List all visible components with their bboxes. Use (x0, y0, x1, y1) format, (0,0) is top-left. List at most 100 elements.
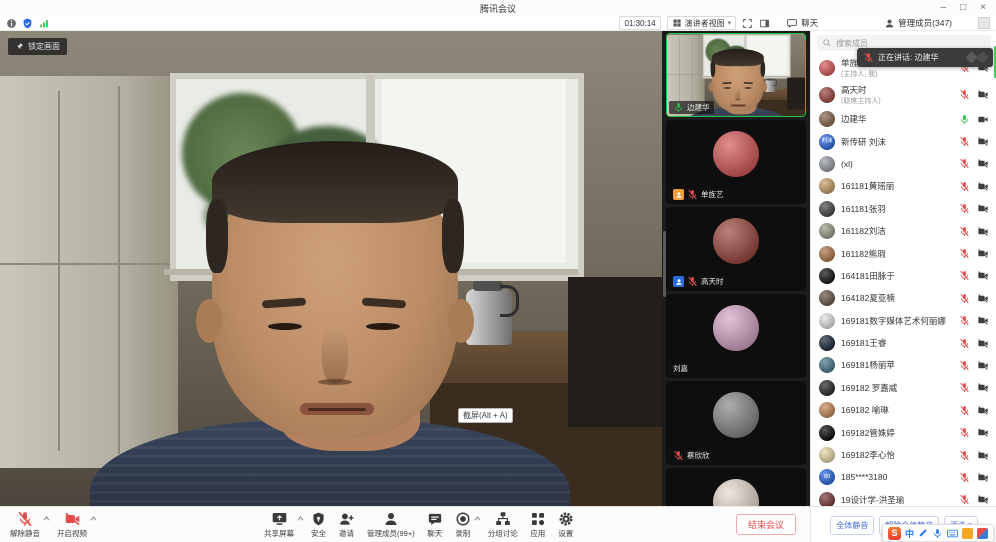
video-thumbnail[interactable]: 蔡欣欣 (666, 381, 806, 465)
camera-off-icon[interactable] (977, 203, 989, 214)
member-row[interactable]: 80185****3180 (811, 466, 996, 488)
toolbar-start-video-button[interactable]: 开启视频 (51, 510, 93, 540)
toolbar-record-button[interactable]: 录制 (449, 510, 477, 540)
camera-off-icon[interactable] (977, 248, 989, 259)
member-row[interactable]: 169181杨丽苹 (811, 354, 996, 376)
camera-off-icon[interactable] (977, 338, 989, 349)
video-thumbnail[interactable]: 边建华 (666, 33, 806, 117)
member-row[interactable]: 刘沫新传研 刘沫 (811, 130, 996, 152)
ime-language-indicator[interactable]: 中 (905, 527, 914, 540)
mic-active-icon[interactable] (959, 114, 970, 125)
camera-off-icon[interactable] (977, 427, 989, 438)
member-row[interactable]: 边建华 (811, 108, 996, 130)
camera-off-icon[interactable] (977, 382, 989, 393)
member-row[interactable]: (xl) (811, 153, 996, 175)
shield-check-icon[interactable] (22, 18, 33, 29)
tab-members[interactable]: 管理成员(347) (882, 17, 954, 29)
panel-collapse-button[interactable] (978, 17, 990, 29)
video-thumbnail[interactable]: 刘嘉 (666, 294, 806, 378)
mic-muted-icon[interactable] (959, 203, 970, 214)
toolbar-apps-button[interactable]: 应用 (524, 510, 552, 540)
pin-view-button[interactable]: 锁定画面 (8, 38, 67, 55)
member-row[interactable]: 169181王睿 (811, 332, 996, 354)
toolbar-invite-button[interactable]: 邀请 (332, 510, 361, 540)
info-icon[interactable] (6, 18, 17, 29)
camera-off-icon[interactable] (977, 181, 989, 192)
mic-muted-icon[interactable] (959, 181, 970, 192)
toolbar-chat-button[interactable]: 聊天 (421, 511, 449, 540)
camera-off-icon[interactable] (977, 405, 989, 416)
member-row[interactable]: 169182 喻琳 (811, 399, 996, 421)
close-button[interactable]: × (980, 3, 986, 13)
mic-muted-icon[interactable] (959, 315, 970, 326)
camera-off-icon[interactable] (977, 136, 989, 147)
pen-icon[interactable] (918, 528, 928, 538)
mic-muted-icon[interactable] (959, 494, 970, 505)
layout-icon[interactable] (759, 18, 770, 29)
camera-off-icon[interactable] (977, 158, 989, 169)
video-thumbnail[interactable]: 高天时 (666, 207, 806, 291)
camera-off-icon[interactable] (977, 360, 989, 371)
mic-muted-icon[interactable] (959, 382, 970, 393)
member-row[interactable]: 高天时(联席主持人) (811, 81, 996, 108)
toolbar-unmute-button[interactable]: 解除静音 (4, 510, 46, 540)
toolbar-breakout-button[interactable]: 分组讨论 (482, 510, 524, 540)
member-row[interactable]: 164181田脉于 (811, 265, 996, 287)
camera-off-icon[interactable] (977, 270, 989, 281)
camera-on-icon[interactable] (977, 114, 989, 125)
participant-name-label: 刘嘉 (669, 362, 692, 375)
member-row[interactable]: 161181张羽 (811, 198, 996, 220)
member-row[interactable]: 19设计学-洪圣瑜 (811, 489, 996, 506)
keyboard-icon[interactable] (947, 529, 958, 538)
toolbox-icon[interactable] (962, 528, 973, 539)
member-row[interactable]: 161181黄瑶丽 (811, 175, 996, 197)
maximize-button[interactable]: □ (960, 3, 966, 13)
camera-off-icon[interactable] (977, 226, 989, 237)
member-row[interactable]: 169182管姝婷 (811, 421, 996, 443)
view-mode-selector[interactable]: 演讲者视图 ▾ (667, 16, 737, 30)
mic-muted-icon[interactable] (959, 136, 970, 147)
mic-muted-icon[interactable] (959, 338, 970, 349)
thumbnails-scrollbar[interactable] (663, 231, 666, 297)
member-row[interactable]: 161182刘洁 (811, 220, 996, 242)
member-row[interactable]: 169182李心怡 (811, 444, 996, 466)
skin-icon[interactable] (977, 528, 988, 539)
mic-muted-icon[interactable] (959, 450, 970, 461)
mic-icon[interactable] (932, 528, 943, 539)
mic-muted-icon[interactable] (959, 360, 970, 371)
mic-muted-icon[interactable] (959, 226, 970, 237)
member-list[interactable]: 单旌艺(主持人, 我)高天时(联席主持人)边建华刘沫新传研 刘沫(xl)1611… (811, 54, 996, 506)
end-meeting-button[interactable]: 结束会议 (736, 514, 796, 535)
camera-off-icon[interactable] (977, 494, 989, 505)
toolbar-security-button[interactable]: 安全 (305, 510, 332, 540)
camera-off-icon[interactable] (977, 315, 989, 326)
mic-muted-icon[interactable] (959, 293, 970, 304)
video-thumbnail[interactable]: 周法炜 (666, 468, 806, 506)
sogou-ime-icon[interactable]: S (888, 527, 901, 540)
camera-off-icon[interactable] (977, 293, 989, 304)
member-row[interactable]: 169181数字媒体艺术何丽娜 (811, 310, 996, 332)
camera-off-icon[interactable] (977, 472, 989, 483)
camera-off-icon[interactable] (977, 89, 989, 100)
ime-toolbar[interactable]: S 中 (882, 524, 994, 542)
video-thumbnail[interactable]: 单旌艺 (666, 120, 806, 204)
toolbar-settings-button[interactable]: 设置 (552, 510, 580, 540)
main-speaker-video[interactable]: 锁定画面 截屏(Alt + A) (0, 31, 662, 506)
mic-muted-icon[interactable] (959, 248, 970, 259)
mic-muted-icon[interactable] (959, 427, 970, 438)
mic-muted-icon[interactable] (959, 89, 970, 100)
camera-off-icon[interactable] (977, 450, 989, 461)
mic-muted-icon[interactable] (959, 270, 970, 281)
mic-muted-icon[interactable] (959, 405, 970, 416)
mic-muted-icon[interactable] (959, 158, 970, 169)
fullscreen-icon[interactable] (742, 18, 753, 29)
minimize-button[interactable]: – (941, 3, 947, 13)
member-row[interactable]: 169182 罗嘉威 (811, 377, 996, 399)
member-row[interactable]: 164182夏亚楠 (811, 287, 996, 309)
mic-muted-icon[interactable] (959, 472, 970, 483)
tab-chat[interactable]: 聊天 (784, 17, 820, 29)
toolbar-manage-members-button[interactable]: 管理成员(99+) (361, 510, 421, 540)
toolbar-share-screen-button[interactable]: 共享屏幕 (258, 510, 300, 540)
mute-all-button[interactable]: 全体静音 (830, 516, 874, 535)
member-row[interactable]: 161182熊瑕 (811, 242, 996, 264)
